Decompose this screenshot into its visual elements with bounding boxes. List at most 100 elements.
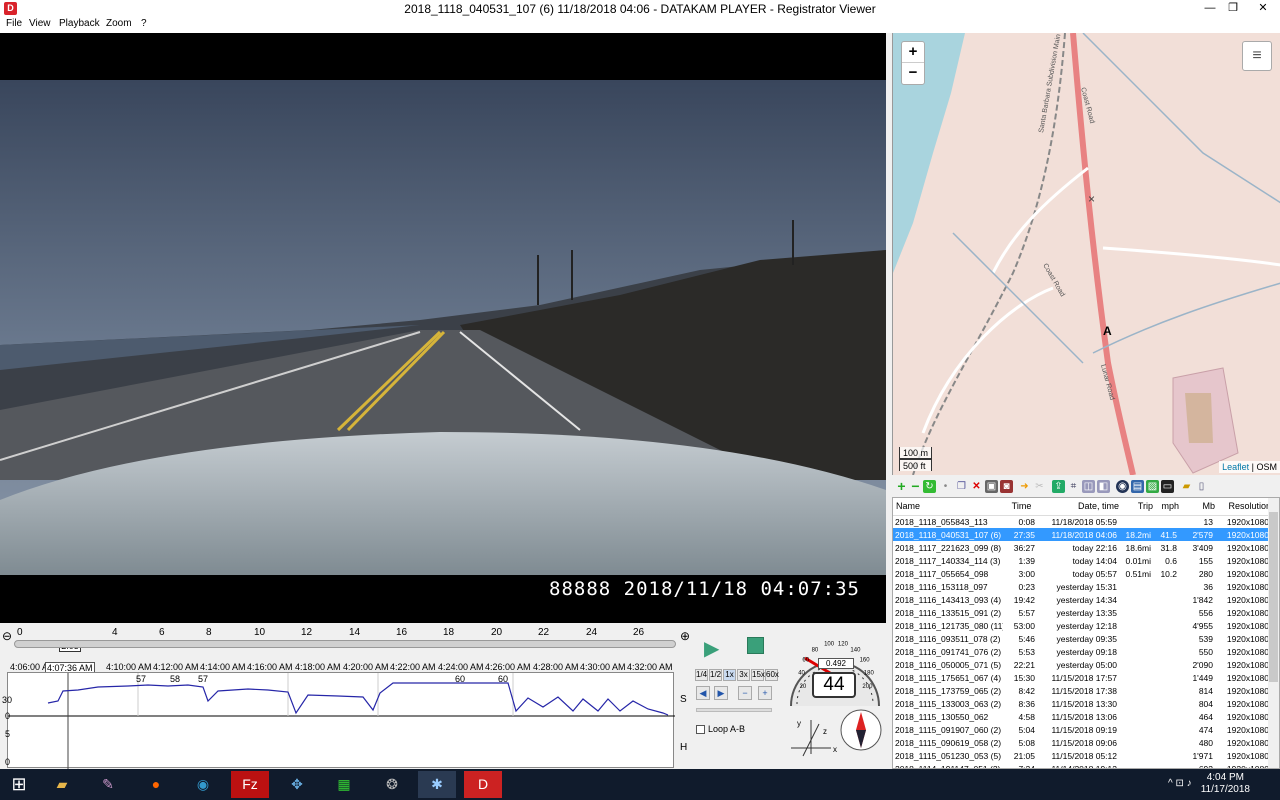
menu-help[interactable]: ? (141, 18, 147, 29)
merge-icon[interactable]: ◧ (1097, 480, 1110, 493)
speed-button[interactable]: 15x (751, 669, 765, 681)
file-row[interactable]: 2018_1115_173759_065 (2) 8:42 11/15/2018 1… (893, 684, 1271, 697)
prev-frame-button[interactable]: ◀ (696, 686, 710, 700)
video-player[interactable]: 88888 2018/11/18 04:07:35 (0, 33, 886, 623)
timeline-zoom-out-icon[interactable]: ⊖ (2, 629, 12, 643)
file-row[interactable]: 2018_1118_040531_107 (6) 27:35 11/18/2018 … (893, 528, 1271, 541)
file-row[interactable]: 2018_1115_133003_063 (2) 8:36 11/15/2018 1… (893, 697, 1271, 710)
speed-button[interactable]: 3x (737, 669, 750, 681)
network-icon[interactable]: ✥ (278, 771, 316, 798)
firefox-icon[interactable]: ● (137, 771, 175, 798)
snowflake-app-icon[interactable]: ✱ (418, 771, 456, 798)
remove-icon[interactable]: − (909, 479, 922, 493)
file-row[interactable]: 2018_1115_175651_067 (4) 15:30 11/15/2018 … (893, 671, 1271, 684)
copy-icon[interactable]: ❐ (955, 480, 968, 493)
refresh-icon[interactable]: ↻ (923, 480, 936, 493)
next-frame-button[interactable]: ▶ (714, 686, 728, 700)
crop-icon[interactable]: ⌗ (1067, 480, 1080, 493)
menu-file[interactable]: File (6, 18, 22, 29)
telemetry-graph[interactable]: 30 0 5 0 57 58 57 60 60 (2, 672, 675, 769)
move-icon[interactable]: ➜ (1018, 480, 1031, 493)
col-time[interactable]: Time (1003, 498, 1037, 516)
col-name[interactable]: Name (893, 498, 1003, 516)
folder-icon[interactable]: ▰ (1180, 480, 1193, 493)
file-row[interactable]: 2018_1116_093511_078 (2) 5:46 yesterday 09… (893, 632, 1271, 645)
save-icon[interactable]: ▣ (985, 480, 998, 493)
taskbar-clock[interactable]: 4:04 PM 11/17/2018 (1201, 772, 1250, 796)
document-icon[interactable]: ▯ (1195, 480, 1208, 493)
play-button[interactable]: ▶ (704, 636, 719, 661)
col-resolution[interactable]: Resolution (1215, 498, 1271, 516)
calculator-icon[interactable]: ▦ (325, 771, 363, 798)
menu-playback[interactable]: Playback (59, 18, 100, 29)
file-row[interactable]: 2018_1116_133515_091 (2) 5:57 yesterday 13… (893, 606, 1271, 619)
thunderbird-icon[interactable]: ◉ (184, 771, 222, 798)
menu-view[interactable]: View (29, 18, 51, 29)
camera-icon[interactable]: ◙ (1000, 480, 1013, 493)
leaflet-link[interactable]: Leaflet (1222, 462, 1249, 472)
file-row[interactable]: 2018_1116_121735_080 (11) 53:00 yesterday … (893, 619, 1271, 632)
col-mb[interactable]: Mb (1179, 498, 1215, 516)
menu-zoom[interactable]: Zoom (106, 18, 132, 29)
file-explorer-icon[interactable]: ▰ (43, 771, 81, 798)
file-row[interactable]: 2018_1114_191147_051 (2) 7:24 11/14/2018 1… (893, 762, 1271, 769)
system-tray[interactable]: ^ ⊡ ♪ (1168, 778, 1192, 789)
timeline-scrubber[interactable] (14, 640, 676, 648)
file-row[interactable]: 2018_1116_091741_076 (2) 5:53 yesterday 09… (893, 645, 1271, 658)
speed-button[interactable]: 1/4 (695, 669, 708, 681)
file-row[interactable]: 2018_1118_055843_113 0:08 11/18/2018 05:59… (893, 515, 1271, 528)
file-row[interactable]: 2018_1117_140334_114 (3) 1:39 today 14:04 0… (893, 554, 1271, 567)
image-icon[interactable]: ▨ (1146, 480, 1159, 493)
scrollbar-thumb[interactable] (1269, 512, 1278, 682)
brain-app-icon[interactable]: ❂ (373, 771, 411, 798)
speed-button[interactable]: 1/2 (709, 669, 722, 681)
loop-checkbox[interactable] (696, 725, 705, 734)
file-row[interactable]: 2018_1116_050005_071 (5) 22:21 yesterday 0… (893, 658, 1271, 671)
clock-tick: 4:16:00 AM (247, 662, 293, 672)
close-button[interactable]: ✕ (1249, 0, 1277, 17)
file-row[interactable]: 2018_1116_153118_097 0:23 yesterday 15:31 3… (893, 580, 1271, 593)
map-zoom-in-button[interactable]: + (902, 42, 924, 63)
timeline-zoom-in-icon[interactable]: ⊕ (680, 629, 690, 643)
file-row[interactable]: 2018_1117_055654_098 3:00 today 05:57 0.51m… (893, 567, 1271, 580)
layers-icon[interactable]: ≡ (1242, 41, 1272, 71)
globe-icon[interactable]: ◉ (1116, 480, 1129, 493)
dot-icon[interactable]: • (939, 480, 952, 493)
file-row[interactable]: 2018_1115_130550_062 4:58 11/15/2018 13:06… (893, 710, 1271, 723)
col-date[interactable]: Date, time (1037, 498, 1119, 516)
scissors-icon[interactable]: ✂ (1033, 480, 1046, 493)
stop-button[interactable] (747, 637, 764, 654)
windows-start-icon[interactable]: ⊞ (0, 771, 38, 798)
speed-annotation: 57 (198, 674, 209, 684)
add-icon[interactable]: + (895, 479, 908, 493)
export-icon[interactable]: ⇪ (1052, 480, 1065, 493)
delete-icon[interactable]: ✕ (970, 480, 983, 493)
file-row[interactable]: 2018_1115_091907_060 (2) 5:04 11/15/2018 0… (893, 723, 1271, 736)
speed-button[interactable]: 1x (723, 669, 736, 681)
datakam-taskbar-icon[interactable]: D (464, 771, 502, 798)
clip-icon[interactable]: ◫ (1082, 480, 1095, 493)
filezilla-icon[interactable]: Fz (231, 771, 269, 798)
file-list-scrollbar[interactable] (1268, 498, 1279, 768)
file-list[interactable]: Name Time Date, time Trip mph Mb Resolut… (892, 497, 1280, 769)
volume-slider[interactable] (696, 708, 772, 712)
file-row[interactable]: 2018_1117_221623_099 (8) 36:27 today 22:16… (893, 541, 1271, 554)
chart-icon[interactable]: ▤ (1131, 480, 1144, 493)
map-marker-a[interactable]: A (1103, 324, 1112, 338)
paint-icon[interactable]: ✎ (89, 771, 127, 798)
file-row[interactable]: 2018_1115_051230_053 (5) 21:05 11/15/2018 … (893, 749, 1271, 762)
col-mph[interactable]: mph (1153, 498, 1179, 516)
zoom-out-frame-icon[interactable]: − (738, 686, 752, 700)
file-row[interactable]: 2018_1115_090619_058 (2) 5:08 11/15/2018 0… (893, 736, 1271, 749)
map-tiles: A × Coast Road Santa Barbara Subdivision… (893, 33, 1280, 475)
maximize-button[interactable]: ❐ (1219, 0, 1247, 17)
film-icon[interactable]: ▭ (1161, 480, 1174, 493)
map-view[interactable]: A × Coast Road Santa Barbara Subdivision… (892, 33, 1280, 475)
file-row[interactable]: 2018_1116_143413_093 (4) 19:42 yesterday 1… (893, 593, 1271, 606)
minute-tick: 14 (349, 627, 361, 638)
zoom-in-frame-icon[interactable]: + (758, 686, 772, 700)
cell-date: yesterday 13:35 (1056, 607, 1117, 618)
col-trip[interactable]: Trip (1119, 498, 1153, 516)
speed-button[interactable]: 60x (765, 669, 779, 681)
map-zoom-out-button[interactable]: − (902, 63, 924, 84)
